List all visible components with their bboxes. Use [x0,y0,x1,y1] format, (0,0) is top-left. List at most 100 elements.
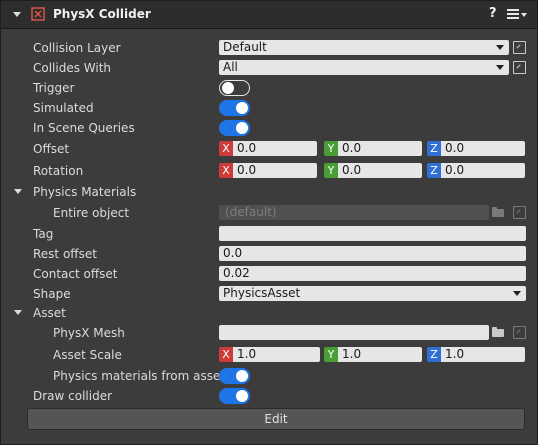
offset-row: Offset X 0.0 Y 0.0 Z 0.0 [1,140,537,158]
offset-y-field[interactable]: Y 0.0 [324,141,422,156]
asset-scale-x-field[interactable]: X 1.0 [219,347,320,362]
physx-mesh-label: PhysX Mesh [53,326,125,340]
trigger-label: Trigger [33,81,75,95]
rotation-row: Rotation X 0.0 Y 0.0 Z 0.0 [1,162,537,180]
shape-row: Shape PhysicsAsset [1,285,537,303]
collides-with-row: Collides With All [1,59,537,77]
rotation-label: Rotation [33,164,84,178]
asset-row[interactable]: Asset [1,304,537,322]
shape-dropdown[interactable]: PhysicsAsset [219,286,526,301]
toggle-knob [236,122,248,134]
collision-layer-row: Collision Layer Default [1,39,537,57]
folder-icon[interactable] [492,327,504,337]
offset-x-field[interactable]: X 0.0 [219,141,317,156]
simulated-toggle[interactable] [219,100,250,116]
toggle-knob [222,81,234,94]
z-axis-tag: Z [427,347,441,362]
help-icon[interactable]: ? [489,6,497,21]
asset-scale-label: Asset Scale [53,348,122,362]
asset-scale-y-field[interactable]: Y 1.0 [324,347,422,362]
rotation-y-field[interactable]: Y 0.0 [324,163,422,178]
x-axis-tag: X [219,347,233,362]
z-axis-tag: Z [427,163,441,178]
folder-icon [492,207,504,217]
physics-materials-row[interactable]: Physics Materials [1,183,537,201]
simulated-row: Simulated [1,99,537,117]
y-axis-tag: Y [324,347,338,362]
draw-collider-toggle[interactable] [219,388,250,404]
entire-object-label: Entire object [53,206,130,220]
offset-y-value[interactable]: 0.0 [338,141,422,156]
collision-layer-dropdown[interactable]: Default [219,40,509,55]
entire-object-row: Entire object (default) [1,204,537,222]
expand-arrow-icon[interactable] [14,189,22,194]
trigger-row: Trigger [1,79,537,97]
physics-materials-from-asset-label: Physics materials from asset [53,369,226,383]
edit-button[interactable]: Edit [27,408,525,430]
shape-label: Shape [33,287,71,301]
rotation-x-field[interactable]: X 0.0 [219,163,317,178]
asset-scale-row: Asset Scale X 1.0 Y 1.0 Z 1.0 [1,346,537,364]
rest-offset-input[interactable]: 0.0 [219,246,526,261]
collapse-arrow-icon[interactable] [13,12,21,17]
asset-scale-z-value[interactable]: 1.0 [441,347,525,362]
collision-layer-label: Collision Layer [33,41,121,55]
asset-scale-y-value[interactable]: 1.0 [338,347,422,362]
x-axis-tag: X [219,141,233,156]
physics-materials-label: Physics Materials [33,185,137,199]
rotation-z-field[interactable]: Z 0.0 [427,163,525,178]
physx-mesh-row: PhysX Mesh [1,324,537,342]
toggle-knob [236,390,248,402]
draw-collider-row: Draw collider [1,387,537,405]
contact-offset-input[interactable]: 0.02 [219,266,526,281]
edit-link-icon [513,206,526,219]
y-axis-tag: Y [324,141,338,156]
tag-label: Tag [33,227,54,241]
physx-mesh-input[interactable] [219,325,489,340]
menu-chevron-down-icon[interactable] [521,13,527,17]
collides-with-label: Collides With [33,61,112,75]
physics-materials-from-asset-toggle[interactable] [219,368,250,384]
edit-link-icon[interactable] [513,326,526,339]
rest-offset-label: Rest offset [33,247,97,261]
entire-object-field: (default) [219,205,489,220]
edit-link-icon[interactable] [513,61,526,74]
collision-layer-value: Default [223,40,267,54]
toggle-knob [236,102,248,114]
trigger-toggle[interactable] [219,80,250,96]
tag-input[interactable] [219,226,526,241]
tag-row: Tag [1,225,537,243]
in-scene-queries-row: In Scene Queries [1,119,537,137]
contact-offset-row: Contact offset 0.02 [1,265,537,283]
physx-collider-icon [31,7,45,21]
rest-offset-row: Rest offset 0.0 [1,245,537,263]
offset-z-field[interactable]: Z 0.0 [427,141,525,156]
asset-scale-z-field[interactable]: Z 1.0 [427,347,525,362]
physx-collider-panel: PhysX Collider ? Collision Layer Default… [0,0,538,445]
y-axis-tag: Y [324,163,338,178]
draw-collider-label: Draw collider [33,389,113,403]
rotation-z-value[interactable]: 0.0 [441,163,525,178]
in-scene-queries-label: In Scene Queries [33,121,135,135]
collides-with-dropdown[interactable]: All [219,60,509,75]
z-axis-tag: Z [427,141,441,156]
chevron-down-icon [496,65,504,70]
component-title: PhysX Collider [53,7,151,21]
rotation-x-value[interactable]: 0.0 [233,163,317,178]
rotation-y-value[interactable]: 0.0 [338,163,422,178]
offset-x-value[interactable]: 0.0 [233,141,317,156]
offset-z-value[interactable]: 0.0 [441,141,525,156]
expand-arrow-icon[interactable] [14,310,22,315]
simulated-label: Simulated [33,101,94,115]
asset-scale-x-value[interactable]: 1.0 [233,347,320,362]
physics-materials-from-asset-row: Physics materials from asset [1,367,537,385]
collides-with-value: All [223,60,238,74]
component-menu-icon[interactable] [507,9,519,19]
contact-offset-label: Contact offset [33,267,118,281]
edit-link-icon[interactable] [513,41,526,54]
offset-label: Offset [33,142,70,156]
in-scene-queries-toggle[interactable] [219,120,250,136]
chevron-down-icon [513,291,521,296]
x-axis-tag: X [219,163,233,178]
shape-value: PhysicsAsset [223,286,301,300]
